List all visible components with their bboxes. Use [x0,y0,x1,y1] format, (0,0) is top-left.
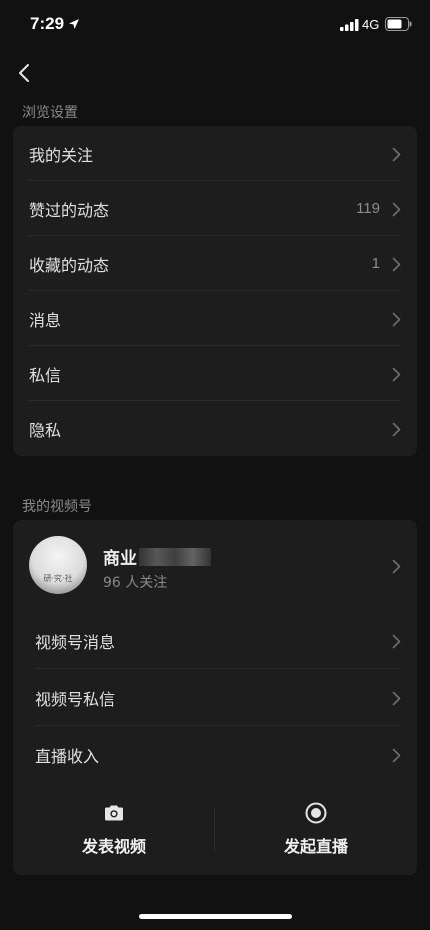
chevron-right-icon [392,748,401,762]
cellular-signal-icon [340,19,359,31]
row-label: 我的关注 [29,145,94,165]
profile-name-wrap: 商业 [103,544,211,569]
post-video-button[interactable]: 发表视频 [13,783,215,875]
row-label: 私信 [29,365,62,385]
chevron-right-icon [392,257,401,271]
row-channel-private-messages[interactable]: 视频号私信 [13,669,417,726]
battery-icon [385,17,412,31]
home-indicator[interactable] [139,914,292,919]
row-label: 消息 [29,310,62,330]
action-label: 发表视频 [81,837,146,856]
chevron-left-icon [19,64,29,82]
chevron-right-icon [392,691,401,705]
channel-action-bar: 发表视频 发起直播 [13,783,417,875]
row-messages[interactable]: 消息 [13,291,417,346]
my-channels-header: 我的视频号 [22,499,92,515]
row-label: 收藏的动态 [29,255,110,275]
browse-settings-card: 我的关注 赞过的动态 119 收藏的动态 1 消息 私信 隐私 [13,126,417,456]
row-live-income[interactable]: 直播收入 [13,726,417,783]
row-label: 视频号消息 [35,632,116,652]
favorites-count: 1 [371,255,380,272]
location-arrow-icon [69,19,79,29]
row-my-follows[interactable]: 我的关注 [13,126,417,181]
my-channels-card: 研·究·社 商业 96 人关注 视频号消息 视频号私信 直播收入 发表视频 发起… [13,520,417,875]
chevron-right-icon [392,559,401,574]
live-record-icon [305,802,327,824]
chevron-right-icon [392,202,401,216]
row-label: 直播收入 [35,746,100,766]
chevron-right-icon [392,147,401,161]
chevron-right-icon [392,312,401,326]
row-label: 视频号私信 [35,689,116,709]
redacted-name-mask [139,547,211,566]
chevron-right-icon [392,634,401,648]
row-privacy[interactable]: 隐私 [13,401,417,456]
row-private-messages[interactable]: 私信 [13,346,417,401]
row-liked-posts[interactable]: 赞过的动态 119 [13,181,417,236]
avatar-text: 研·究·社 [43,574,73,583]
channel-name: 商业 [103,549,137,569]
chevron-right-icon [392,422,401,436]
network-type: 4G [362,17,380,32]
back-button[interactable] [10,58,38,88]
liked-count: 119 [356,200,380,217]
channel-profile-row[interactable]: 研·究·社 商业 96 人关注 [13,520,417,612]
status-bar: 7:29 4G [0,0,430,52]
row-label: 隐私 [29,420,62,440]
camera-icon [105,805,123,821]
row-channel-messages[interactable]: 视频号消息 [13,612,417,669]
row-favorited-posts[interactable]: 收藏的动态 1 [13,236,417,291]
row-label: 赞过的动态 [29,200,110,220]
avatar: 研·究·社 [29,536,87,594]
browse-settings-header: 浏览设置 [22,105,78,121]
status-time: 7:29 [30,14,65,33]
follower-count: 96 人关注 [103,575,168,591]
chevron-right-icon [392,367,401,381]
start-live-button[interactable]: 发起直播 [215,783,417,875]
action-label: 发起直播 [283,837,348,856]
